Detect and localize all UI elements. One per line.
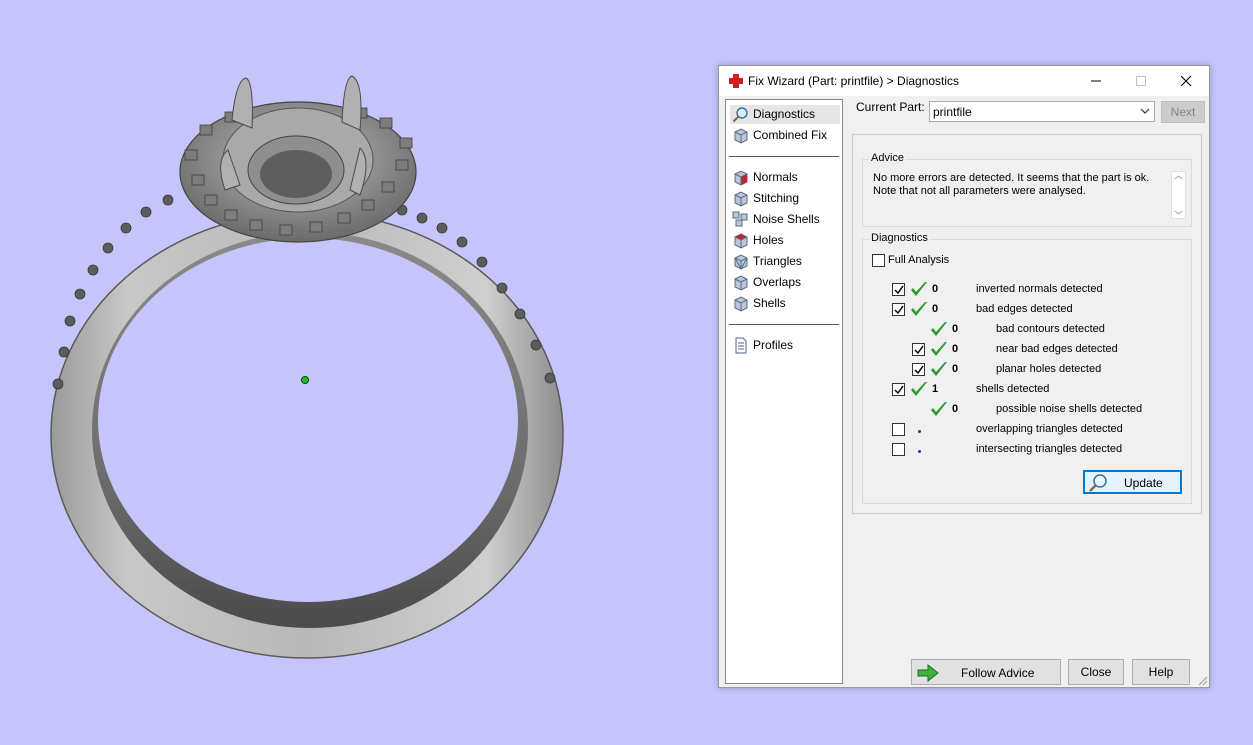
diagnostic-checkbox[interactable]: [892, 383, 905, 396]
diagnostic-row: overlapping triangles detected: [719, 420, 1199, 440]
diagnostics-group-label: Diagnostics: [869, 232, 930, 244]
diagnostic-count: 0: [932, 303, 939, 315]
diagnostic-row: 0 near bad edges detected: [719, 340, 1199, 360]
scroll-arrows-icon: [1174, 175, 1183, 215]
check-mark-icon: [910, 301, 928, 318]
diagnostic-row: 0 bad edges detected: [719, 300, 1199, 320]
nav-separator: [729, 156, 839, 157]
holes-cube-icon: [734, 233, 748, 249]
close-icon: [1180, 75, 1192, 87]
current-part-value: printfile: [933, 105, 972, 119]
diagnostic-row: 1 shells detected: [719, 380, 1199, 400]
diagnostic-checkbox[interactable]: [892, 443, 905, 456]
full-analysis-checkbox[interactable]: [872, 254, 885, 267]
diagnostic-checkbox[interactable]: [892, 423, 905, 436]
arrow-right-icon: [917, 664, 939, 682]
nav-item-normals[interactable]: Normals: [730, 168, 840, 187]
diagnostic-label: overlapping triangles detected: [976, 423, 1123, 435]
advice-line-2: Note that not all parameters were analys…: [873, 185, 1086, 197]
diagnostic-row: 0 planar holes detected: [719, 360, 1199, 380]
diagnostic-checkbox[interactable]: [892, 303, 905, 316]
diagnostic-label: possible noise shells detected: [996, 403, 1143, 415]
nav-label-noise-shells: Noise Shells: [753, 212, 820, 226]
follow-advice-label: Follow Advice: [961, 666, 1035, 680]
diagnostic-count: 0: [952, 403, 959, 415]
diagnostic-checkbox[interactable]: [892, 283, 905, 296]
normals-cube-icon: [734, 170, 748, 186]
nav-item-stitching[interactable]: Stitching: [730, 189, 840, 208]
update-label: Update: [1124, 476, 1163, 490]
check-mark-icon: [930, 321, 948, 338]
noise-shells-icon: [732, 211, 748, 227]
window-title: Fix Wizard (Part: printfile) > Diagnosti…: [748, 74, 960, 88]
diagnostic-label: shells detected: [976, 383, 1050, 395]
maximize-button[interactable]: [1118, 66, 1164, 96]
current-part-label: Current Part:: [856, 100, 925, 114]
check-mark-icon: [930, 361, 948, 378]
nav-label-combined-fix: Combined Fix: [753, 128, 828, 142]
diagnostic-label: near bad edges detected: [996, 343, 1118, 355]
advice-group-label: Advice: [869, 152, 907, 164]
fix-wizard-dialog: Fix Wizard (Part: printfile) > Diagnosti…: [718, 65, 1210, 688]
diagnostic-checkbox[interactable]: [912, 363, 925, 376]
current-part-select[interactable]: printfile: [929, 101, 1155, 122]
maximize-icon: [1136, 76, 1146, 86]
nav-label-normals: Normals: [753, 170, 798, 184]
ring-model[interactable]: [0, 0, 700, 742]
diagnostic-count: 0: [932, 283, 939, 295]
diagnostic-row: 0 bad contours detected: [719, 320, 1199, 340]
diagnostic-label: bad contours detected: [996, 323, 1105, 335]
nav-label-triangles: Triangles: [753, 254, 802, 268]
diagnostic-row: 0 inverted normals detected: [719, 280, 1199, 300]
triangles-cube-icon: [734, 254, 748, 270]
diagnostic-count: 0: [952, 363, 959, 375]
chevron-down-icon: [1140, 108, 1150, 114]
minimize-button[interactable]: [1073, 66, 1119, 96]
advice-line-1: No more errors are detected. It seems th…: [873, 172, 1150, 184]
pivot-point-marker: [301, 376, 309, 384]
follow-advice-button[interactable]: Follow Advice: [911, 659, 1061, 685]
nav-item-diagnostics[interactable]: Diagnostics: [730, 105, 840, 124]
next-button[interactable]: Next: [1161, 101, 1205, 123]
diagnostic-row: 0 possible noise shells detected: [719, 400, 1199, 420]
diagnostic-label: planar holes detected: [996, 363, 1102, 375]
help-button[interactable]: Help: [1132, 659, 1190, 685]
nav-item-triangles[interactable]: Triangles: [730, 252, 840, 271]
check-mark-icon: [930, 341, 948, 358]
diagnostic-count: 0: [952, 343, 959, 355]
cube-icon: [734, 128, 748, 144]
nav-label-stitching: Stitching: [753, 191, 800, 205]
resize-grip-icon[interactable]: [1198, 676, 1208, 686]
title-bar[interactable]: Fix Wizard (Part: printfile) > Diagnosti…: [719, 66, 1209, 96]
pending-dot-icon: [918, 450, 921, 453]
diagnostic-row: intersecting triangles detected: [719, 440, 1199, 460]
diagnostic-checkbox[interactable]: [912, 343, 925, 356]
full-analysis-label: Full Analysis: [888, 254, 950, 266]
diagnostic-label: intersecting triangles detected: [976, 443, 1123, 455]
check-mark-icon: [910, 381, 928, 398]
diagnostic-count: 0: [952, 323, 959, 335]
advice-text: No more errors are detected. It seems th…: [873, 172, 1165, 198]
magnifier-icon: [1089, 474, 1107, 492]
diagnostic-label: inverted normals detected: [976, 283, 1103, 295]
diagnostic-count: 1: [932, 383, 939, 395]
check-mark-icon: [930, 401, 948, 418]
nav-item-noise-shells[interactable]: Noise Shells: [730, 210, 840, 229]
magnifier-icon: [732, 107, 748, 123]
advice-scrollbar[interactable]: [1171, 171, 1186, 219]
diagnostic-label: bad edges detected: [976, 303, 1073, 315]
close-window-button[interactable]: [1163, 66, 1209, 96]
nav-label-holes: Holes: [753, 233, 784, 247]
minimize-icon: [1091, 80, 1101, 82]
close-button[interactable]: Close: [1068, 659, 1124, 685]
stitching-cube-icon: [734, 191, 748, 207]
pending-dot-icon: [918, 430, 921, 433]
nav-item-combined-fix[interactable]: Combined Fix: [730, 126, 840, 145]
check-mark-icon: [910, 281, 928, 298]
3d-viewport[interactable]: [0, 0, 700, 742]
nav-item-holes[interactable]: Holes: [730, 231, 840, 250]
update-button[interactable]: Update: [1083, 470, 1182, 494]
nav-label-diagnostics: Diagnostics: [753, 107, 816, 121]
red-cross-icon: [729, 74, 743, 88]
